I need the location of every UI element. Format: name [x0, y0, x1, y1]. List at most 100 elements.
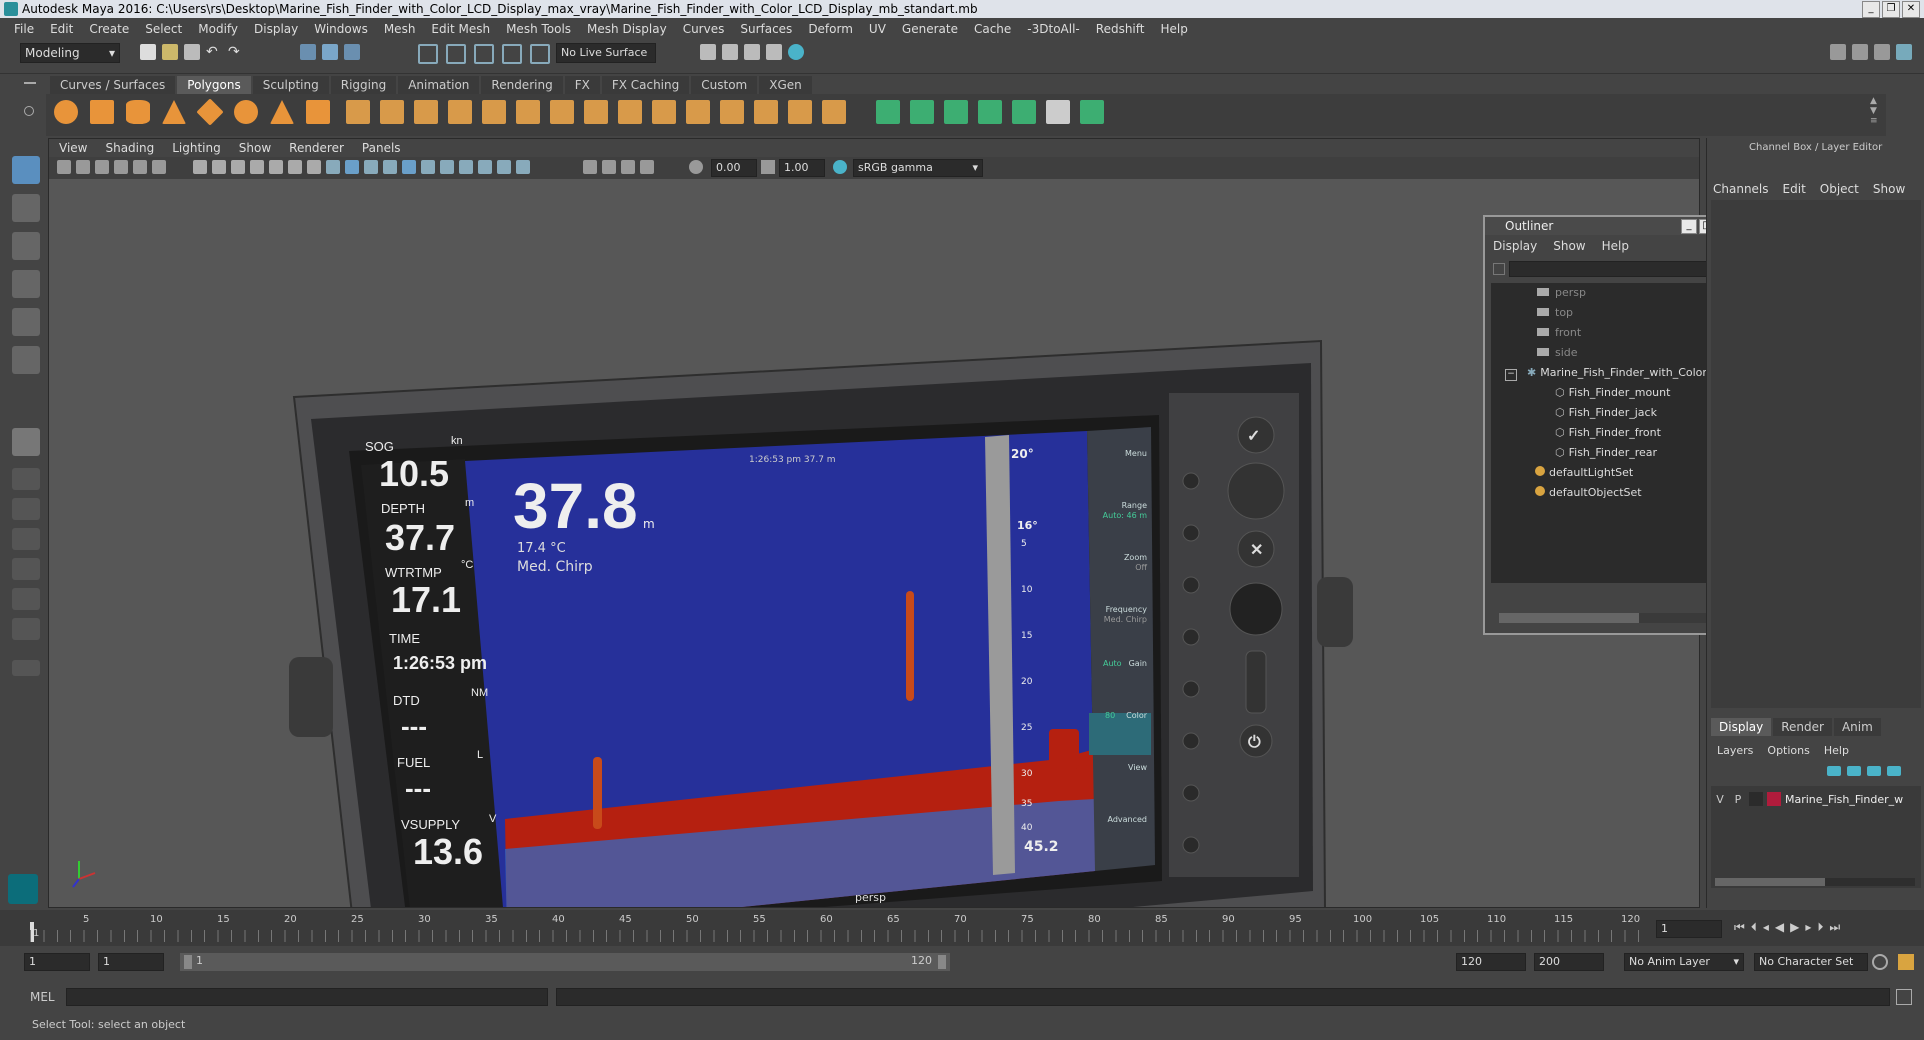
- merge-icon[interactable]: [754, 100, 778, 124]
- select-component-icon[interactable]: [344, 44, 360, 60]
- command-language-label[interactable]: MEL: [30, 990, 55, 1004]
- tab-rendering[interactable]: Rendering: [481, 76, 563, 94]
- select-hierarchy-icon[interactable]: [300, 44, 316, 60]
- step-back-key-icon[interactable]: ◂: [1763, 920, 1769, 935]
- layer-menu-layers[interactable]: Layers: [1717, 744, 1753, 757]
- uv-automatic-icon[interactable]: [978, 100, 1002, 124]
- vp-menu-shading[interactable]: Shading: [105, 139, 154, 157]
- tab-display-layers[interactable]: Display: [1711, 718, 1772, 736]
- uv-cylindrical-icon[interactable]: [910, 100, 934, 124]
- vp-menu-lighting[interactable]: Lighting: [172, 139, 221, 157]
- gate-mask-icon[interactable]: [250, 160, 264, 174]
- smooth-icon[interactable]: [414, 100, 438, 124]
- menu-windows[interactable]: Windows: [314, 22, 368, 36]
- side-button-7[interactable]: [1182, 784, 1200, 802]
- hypershade-icon[interactable]: [788, 44, 804, 60]
- animation-preferences-icon[interactable]: [1898, 954, 1914, 970]
- cb-menu-show[interactable]: Show: [1873, 182, 1905, 196]
- new-scene-icon[interactable]: [140, 44, 156, 60]
- menu-uv[interactable]: UV: [869, 22, 886, 36]
- image-plane-icon[interactable]: [114, 160, 128, 174]
- side-button-2[interactable]: [1182, 524, 1200, 542]
- layer-type-toggle[interactable]: [1749, 792, 1763, 806]
- command-input[interactable]: [66, 988, 548, 1006]
- playback-start-field[interactable]: 1: [98, 953, 164, 971]
- multi-cut-icon[interactable]: [788, 100, 812, 124]
- outliner-item-persp[interactable]: persp: [1537, 285, 1586, 301]
- lights-icon[interactable]: [421, 160, 435, 174]
- menu-mesh[interactable]: Mesh: [384, 22, 416, 36]
- vp-menu-panels[interactable]: Panels: [362, 139, 401, 157]
- bookmark-icon[interactable]: [95, 160, 109, 174]
- scale-tool-icon[interactable]: [12, 346, 40, 374]
- outliner-item-side[interactable]: side: [1537, 345, 1578, 361]
- snap-grid-icon[interactable]: [418, 44, 438, 64]
- anim-layer-dropdown[interactable]: No Anim Layer ▾: [1624, 953, 1744, 971]
- new-layer-icon[interactable]: [1867, 766, 1881, 776]
- vp-menu-renderer[interactable]: Renderer: [289, 139, 344, 157]
- ipr-render-icon[interactable]: [744, 44, 760, 60]
- gamma-icon[interactable]: [761, 160, 775, 174]
- menu-modify[interactable]: Modify: [198, 22, 238, 36]
- camera-select-icon[interactable]: [57, 160, 71, 174]
- new-layer-selected-icon[interactable]: [1887, 766, 1901, 776]
- outliner-item-mount[interactable]: ⬡ Fish_Finder_mount: [1555, 385, 1670, 401]
- tool-settings-icon[interactable]: [1874, 44, 1890, 60]
- zoom-rocker[interactable]: [1245, 650, 1267, 714]
- safe-title-icon[interactable]: [307, 160, 321, 174]
- outliner-item-group[interactable]: − ✱ Marine_Fish_Finder_with_Color_L: [1505, 365, 1719, 381]
- menu-3dtoall[interactable]: -3DtoAll-: [1027, 22, 1079, 36]
- snap-point-icon[interactable]: [474, 44, 494, 64]
- menu-surfaces[interactable]: Surfaces: [740, 22, 792, 36]
- view-transform-dropdown[interactable]: sRGB gamma ▾: [853, 159, 983, 177]
- live-surface-field[interactable]: No Live Surface: [556, 43, 656, 63]
- film-gate-icon[interactable]: [212, 160, 226, 174]
- hypershade-layout-icon[interactable]: [12, 588, 40, 610]
- tab-rigging[interactable]: Rigging: [330, 76, 397, 94]
- move-tool-icon[interactable]: [12, 270, 40, 298]
- shelf-menu-icon[interactable]: [24, 82, 36, 84]
- color-management-icon[interactable]: [833, 160, 847, 174]
- uv-unfold-icon[interactable]: [1012, 100, 1036, 124]
- menu-help[interactable]: Help: [1160, 22, 1187, 36]
- outliner-search-input[interactable]: [1509, 261, 1731, 277]
- range-end-handle[interactable]: [938, 955, 946, 969]
- bevel-icon[interactable]: [618, 100, 642, 124]
- exposure-icon[interactable]: [689, 160, 703, 174]
- layer-visibility-toggle[interactable]: V: [1713, 793, 1727, 806]
- minimize-button[interactable]: _: [1862, 1, 1880, 18]
- textured-icon[interactable]: [402, 160, 416, 174]
- open-scene-icon[interactable]: [162, 44, 178, 60]
- uv-checker-icon[interactable]: [1046, 100, 1070, 124]
- bridge-icon[interactable]: [584, 100, 608, 124]
- layer-menu-help[interactable]: Help: [1824, 744, 1849, 757]
- vp-menu-show[interactable]: Show: [239, 139, 271, 157]
- redo-icon[interactable]: ↷: [228, 44, 244, 60]
- tab-custom[interactable]: Custom: [691, 76, 758, 94]
- ambient-occlusion-icon[interactable]: [459, 160, 473, 174]
- modeling-toolkit-icon[interactable]: [1830, 44, 1846, 60]
- menu-deform[interactable]: Deform: [808, 22, 853, 36]
- shadows-icon[interactable]: [440, 160, 454, 174]
- append-icon[interactable]: [720, 100, 744, 124]
- anim-start-field[interactable]: 1: [24, 953, 90, 971]
- tab-animation[interactable]: Animation: [398, 76, 480, 94]
- channel-box-icon[interactable]: [1896, 44, 1912, 60]
- current-frame-field[interactable]: 1: [1656, 920, 1722, 938]
- safe-action-icon[interactable]: [288, 160, 302, 174]
- layer-name[interactable]: Marine_Fish_Finder_w: [1785, 793, 1903, 806]
- custom-layout-icon[interactable]: [12, 618, 40, 640]
- range-start-handle[interactable]: [184, 955, 192, 969]
- menu-select[interactable]: Select: [145, 22, 182, 36]
- step-forward-frame-icon[interactable]: ⏵: [1817, 920, 1823, 935]
- side-button-1[interactable]: [1182, 472, 1200, 490]
- select-object-icon[interactable]: [322, 44, 338, 60]
- outliner-item-front[interactable]: front: [1537, 325, 1581, 341]
- tab-fx[interactable]: FX: [564, 76, 600, 94]
- time-slider[interactable]: 1 5 10 15 20 25 30 35 40 45 50 55 60 65 …: [0, 910, 1924, 946]
- outliner-filter-icon[interactable]: [1493, 263, 1505, 275]
- menu-mesh-display[interactable]: Mesh Display: [587, 22, 667, 36]
- isolate-select-icon[interactable]: [583, 160, 597, 174]
- exposure-field[interactable]: 0.00: [711, 159, 757, 177]
- outliner-hscroll-thumb[interactable]: [1499, 613, 1639, 623]
